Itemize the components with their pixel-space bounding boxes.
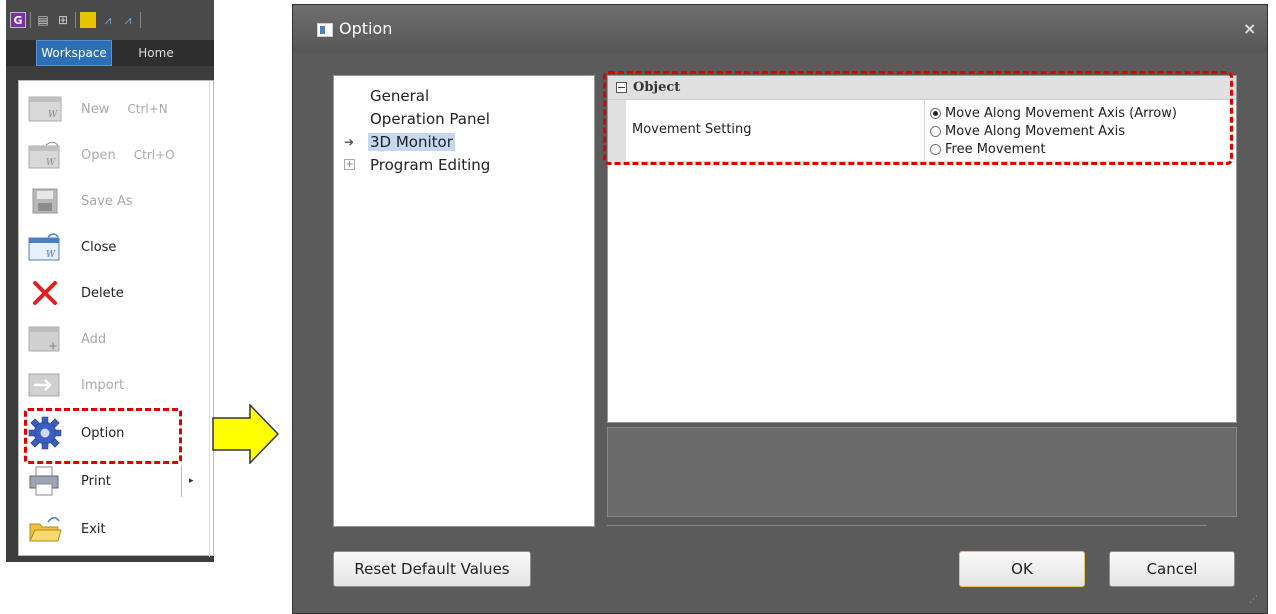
- option-highlight-box: [24, 408, 182, 464]
- menu-item-label: Save As: [81, 193, 133, 209]
- object-highlight-box: [603, 71, 1233, 165]
- open-workspace-icon: W: [27, 139, 63, 171]
- menu-item-label: Delete: [81, 285, 124, 301]
- menu-item-label: Close: [81, 239, 117, 255]
- svg-text:W: W: [48, 110, 58, 120]
- toolbar-separator: [75, 12, 76, 28]
- tree-item-3d-monitor[interactable]: ➔ 3D Monitor: [334, 130, 594, 153]
- menu-item-close[interactable]: W Close: [19, 225, 215, 269]
- menu-item-shortcut: Ctrl+N: [127, 102, 168, 116]
- menu-item-label: Import: [81, 377, 125, 393]
- menu-item-save-as[interactable]: Save As: [19, 179, 215, 223]
- svg-text:+: +: [48, 339, 58, 353]
- menu-item-label: Exit: [81, 521, 106, 537]
- delete-x-icon: [27, 277, 63, 309]
- tree-item-label: Program Editing: [370, 155, 491, 174]
- ok-button[interactable]: OK: [959, 551, 1085, 587]
- tree-item-operation-panel[interactable]: Operation Panel: [334, 107, 594, 130]
- menu-item-label: Add: [81, 331, 107, 347]
- close-workspace-icon: W: [27, 231, 63, 263]
- arrow-right-icon: ➔: [343, 134, 355, 149]
- tab-workspace[interactable]: Workspace: [36, 40, 112, 66]
- cancel-button[interactable]: Cancel: [1109, 551, 1235, 587]
- file-menu: W New Ctrl+N W Open Ctrl+O Save As W Clo…: [18, 80, 215, 557]
- menu-item-print[interactable]: Print ▸: [19, 459, 215, 503]
- trend-icon[interactable]: ⩘: [100, 12, 116, 28]
- tree-item-label: 3D Monitor: [368, 132, 455, 151]
- dialog-title: Option: [339, 19, 393, 38]
- save-as-icon: [27, 185, 63, 217]
- tree-item-label: General: [370, 86, 430, 105]
- menu-item-label: New: [81, 101, 110, 117]
- menu-item-add[interactable]: + Add: [19, 317, 215, 361]
- import-icon: [27, 369, 63, 401]
- menu-item-new[interactable]: W New Ctrl+N: [19, 87, 215, 131]
- menu-item-label: Print: [81, 473, 111, 489]
- tree-item-label: Operation Panel: [370, 109, 490, 128]
- trend-alt-icon[interactable]: ⩘: [120, 12, 136, 28]
- exit-folder-icon: [27, 513, 63, 545]
- option-dialog: Option × General Operation Panel ➔ 3D Mo…: [292, 4, 1268, 614]
- menu-item-label: Open: [81, 147, 116, 163]
- expand-plus-icon[interactable]: +: [344, 159, 355, 170]
- quick-access-toolbar: G ▤ ⊞ ⩘ ⩘: [6, 0, 214, 40]
- menu-item-shortcut: Ctrl+O: [133, 148, 175, 162]
- toolbar-separator: [30, 12, 31, 28]
- menu-item-delete[interactable]: Delete: [19, 271, 215, 315]
- reset-default-values-button[interactable]: Reset Default Values: [333, 551, 531, 587]
- dialog-titlebar[interactable]: Option ×: [293, 5, 1267, 53]
- tree-item-general[interactable]: General: [334, 84, 594, 107]
- new-workspace-icon: W: [27, 93, 63, 125]
- close-button[interactable]: ×: [1243, 19, 1256, 38]
- menu-item-import[interactable]: Import: [19, 363, 215, 407]
- submenu-separator: [181, 465, 182, 497]
- resize-grip-icon[interactable]: ⋰: [1249, 595, 1258, 605]
- description-panel: [607, 427, 1237, 517]
- submenu-arrow-icon[interactable]: ▸: [189, 459, 194, 503]
- window-icon: [317, 23, 333, 37]
- save-icon[interactable]: ▤: [35, 12, 51, 28]
- app-logo-icon[interactable]: G: [10, 12, 26, 28]
- tab-home[interactable]: Home: [126, 40, 186, 66]
- horizontal-separator: [607, 525, 1207, 526]
- application-menu-panel: G ▤ ⊞ ⩘ ⩘ Workspace Home W New Ctrl+N W …: [6, 0, 214, 562]
- chart-icon[interactable]: [80, 12, 96, 28]
- network-icon[interactable]: ⊞: [55, 12, 71, 28]
- toolbar-separator: [140, 12, 141, 28]
- printer-icon: [27, 465, 63, 497]
- yellow-arrow-icon: [212, 404, 280, 464]
- category-tree: General Operation Panel ➔ 3D Monitor + P…: [333, 75, 595, 527]
- menu-item-open[interactable]: W Open Ctrl+O: [19, 133, 215, 177]
- add-workspace-icon: +: [27, 323, 63, 355]
- svg-text:W: W: [46, 250, 56, 260]
- tree-item-program-editing[interactable]: + Program Editing: [334, 153, 594, 176]
- menu-item-exit[interactable]: Exit: [19, 507, 215, 551]
- svg-text:W: W: [46, 158, 56, 168]
